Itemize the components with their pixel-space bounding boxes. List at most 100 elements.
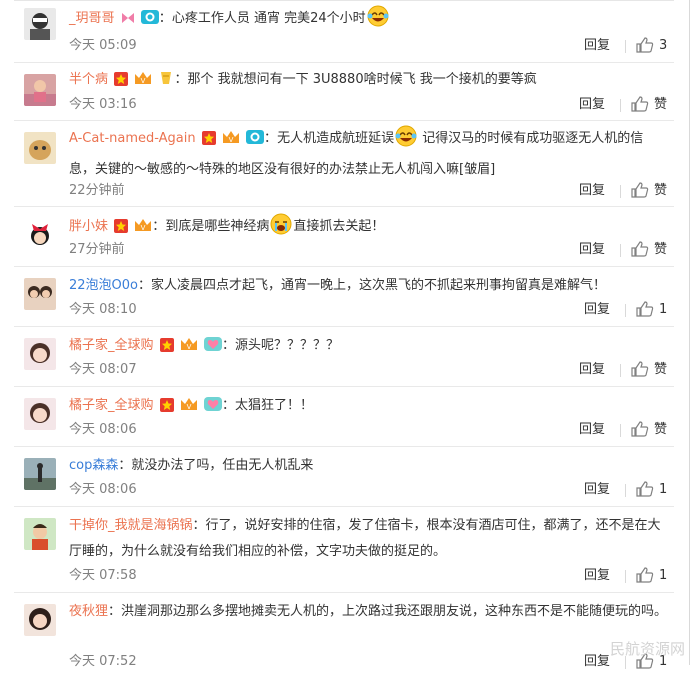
- comment-time: 今天 08:06: [69, 422, 137, 437]
- comment-username[interactable]: 半个病: [69, 72, 108, 87]
- svg-text:V: V: [186, 403, 191, 411]
- star-badge-icon[interactable]: [159, 336, 174, 362]
- divider: [620, 244, 621, 257]
- star-badge-icon[interactable]: [159, 396, 174, 422]
- comment-text: 洪崖洞那边那么多摆地摊卖无人机的，上次路过我还跟朋友说，这种东西不是不能随便玩的…: [121, 604, 668, 619]
- reply-button[interactable]: 回复: [579, 420, 605, 440]
- like-count: 赞: [654, 183, 668, 198]
- comment-text: 无人机造成航班延误: [277, 131, 395, 146]
- comment-item: A-Cat-named-Again V ：无人机造成航班延误 记得汉马的时候有成…: [14, 120, 674, 207]
- heart-badge-icon[interactable]: [203, 396, 222, 422]
- svg-text:V: V: [229, 136, 234, 144]
- comment-item: cop森森：就没办法了吗，任由无人机乱来 今天 08:06 回复 1: [14, 446, 674, 507]
- comment-item: 干掉你_我就是海锅锅：行了，说好安排的住宿，发了住宿卡，根本没有酒店可住，都满了…: [14, 506, 674, 593]
- comment-item: _玥哥哥 ：心疼工作人员 通宵 完美24个小时 今天 05:09 回复 3: [14, 0, 674, 63]
- crown-badge-icon[interactable]: V: [134, 70, 152, 96]
- ribbon-icon[interactable]: [121, 9, 135, 35]
- reply-button[interactable]: 回复: [584, 300, 610, 320]
- star-badge-icon[interactable]: [201, 129, 216, 155]
- comment-username[interactable]: cop森森: [69, 458, 118, 473]
- like-count: 1: [659, 568, 668, 583]
- divider: [620, 424, 621, 437]
- avatar[interactable]: [24, 218, 56, 250]
- svg-text:V: V: [141, 77, 146, 85]
- comment-time: 今天 05:09: [69, 38, 137, 53]
- comment-text: 源头呢？？？？？: [234, 338, 339, 353]
- avatar[interactable]: [24, 604, 56, 636]
- reply-button[interactable]: 回复: [579, 240, 605, 260]
- reply-button[interactable]: 回复: [584, 566, 610, 586]
- avatar[interactable]: [24, 338, 56, 370]
- divider: [625, 570, 626, 583]
- laughing-tears-emoji: [367, 5, 389, 37]
- avatar[interactable]: [24, 458, 56, 490]
- comment-text: 那个 我就想问有一下 3U8880啥时候飞 我一个接机的要等疯: [187, 72, 537, 87]
- comment-list: _玥哥哥 ：心疼工作人员 通宵 完美24个小时 今天 05:09 回复 3 半个…: [0, 0, 690, 669]
- reply-button[interactable]: 回复: [579, 181, 605, 201]
- comment-username[interactable]: 夜秋狸: [69, 604, 108, 619]
- comment-username[interactable]: A-Cat-named-Again: [69, 131, 196, 146]
- comment-item: 半个病 V ：那个 我就想问有一下 3U8880啥时候飞 我一个接机的要等疯 今…: [14, 62, 674, 121]
- like-count: 赞: [654, 362, 668, 377]
- comment-text: 家人凌晨四点才起飞，通宵一晚上，这次黑飞的不抓起来刑事拘留真是难解气！: [151, 278, 607, 293]
- thumbs-up-icon[interactable]: [631, 421, 649, 444]
- comment-username[interactable]: 22泡泡O0o: [69, 278, 138, 293]
- like-count: 1: [659, 482, 668, 497]
- comment-item: 胖小妹 V ：到底是哪些神经病 直接抓去关起！ 27分钟前 回复 赞: [14, 206, 674, 267]
- avatar[interactable]: [24, 8, 56, 40]
- laughing-tears-emoji: [395, 125, 417, 157]
- like-count: 赞: [654, 422, 668, 437]
- comment-username[interactable]: 橘子家_全球购: [69, 338, 154, 353]
- comment-username[interactable]: 干掉你_我就是海锅锅: [69, 518, 193, 533]
- comment-username[interactable]: 胖小妹: [69, 219, 108, 234]
- avatar[interactable]: [24, 132, 56, 164]
- crown-badge-icon[interactable]: V: [180, 396, 198, 422]
- crown-badge-icon[interactable]: V: [180, 336, 198, 362]
- thumbs-up-icon[interactable]: [636, 481, 654, 504]
- thumbs-up-icon[interactable]: [636, 567, 654, 590]
- comment-text-continued: 直接抓去关起！: [293, 219, 385, 234]
- comment-time: 今天 07:58: [69, 568, 137, 583]
- comment-item: 22泡泡O0o：家人凌晨四点才起飞，通宵一晚上，这次黑飞的不抓起来刑事拘留真是难…: [14, 266, 674, 327]
- avatar[interactable]: [24, 518, 56, 550]
- divider: [625, 304, 626, 317]
- thumbs-up-icon[interactable]: [636, 301, 654, 324]
- comment-text: 心疼工作人员 通宵 完美24个小时: [171, 11, 366, 26]
- divider: [625, 40, 626, 53]
- thumbs-up-icon[interactable]: [631, 182, 649, 205]
- svg-text:V: V: [141, 224, 146, 232]
- camera-icon[interactable]: [246, 129, 265, 155]
- reply-button[interactable]: 回复: [579, 95, 605, 115]
- star-badge-icon[interactable]: [114, 70, 129, 96]
- thumbs-up-icon[interactable]: [636, 37, 654, 60]
- divider: [620, 364, 621, 377]
- like-count: 赞: [654, 97, 668, 112]
- comment-time: 今天 08:10: [69, 302, 137, 317]
- comment-username[interactable]: 橘子家_全球购: [69, 398, 154, 413]
- comment-time: 今天 08:06: [69, 482, 137, 497]
- thumbs-up-icon[interactable]: [631, 96, 649, 119]
- avatar[interactable]: [24, 278, 56, 310]
- reply-button[interactable]: 回复: [584, 36, 610, 56]
- like-count: 3: [659, 38, 668, 53]
- comment-item: 橘子家_全球购 V ：源头呢？？？？？ 今天 08:07 回复 赞: [14, 326, 674, 387]
- thumbs-up-icon[interactable]: [631, 361, 649, 384]
- heart-badge-icon[interactable]: [203, 336, 222, 362]
- thumbs-up-icon[interactable]: [631, 241, 649, 264]
- gold-badge-icon[interactable]: [158, 70, 174, 96]
- reply-button[interactable]: 回复: [584, 652, 610, 672]
- reply-button[interactable]: 回复: [584, 480, 610, 500]
- avatar[interactable]: [24, 398, 56, 430]
- comment-time: 27分钟前: [69, 242, 125, 257]
- crown-badge-icon[interactable]: V: [222, 129, 240, 155]
- comment-username[interactable]: _玥哥哥: [69, 11, 115, 26]
- camera-icon[interactable]: [140, 9, 159, 35]
- reply-button[interactable]: 回复: [579, 360, 605, 380]
- comment-time: 22分钟前: [69, 183, 125, 198]
- comment-item: 橘子家_全球购 V ：太猖狂了！！ 今天 08:06 回复 赞: [14, 386, 674, 447]
- like-count: 赞: [654, 242, 668, 257]
- avatar[interactable]: [24, 74, 56, 106]
- divider: [620, 99, 621, 112]
- watermark: 民航资源网: [609, 640, 685, 658]
- svg-text:V: V: [186, 343, 191, 351]
